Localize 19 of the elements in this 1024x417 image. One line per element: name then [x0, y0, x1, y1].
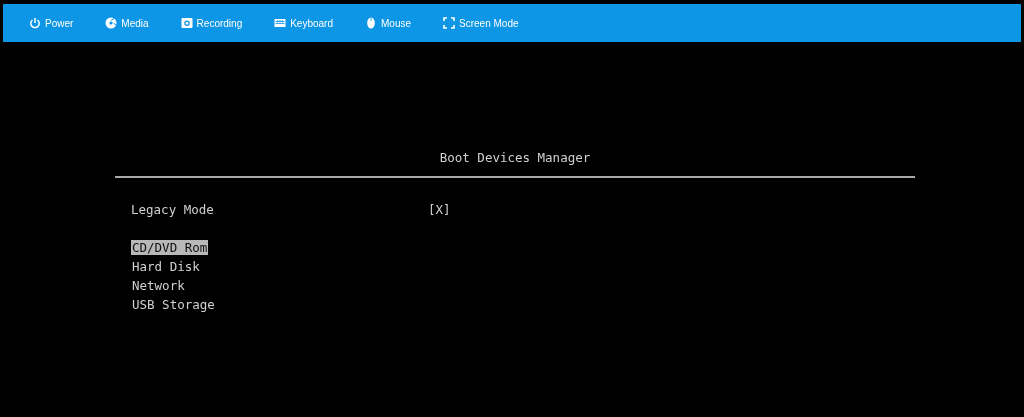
fullscreen-icon — [443, 17, 456, 29]
boot-device-item[interactable]: USB Storage — [131, 297, 216, 312]
boot-device-item[interactable]: Hard Disk — [131, 259, 201, 274]
toolbar-button[interactable]: Keyboard — [274, 17, 333, 29]
disc-icon — [105, 17, 118, 29]
screen-title: Boot Devices Manager — [438, 150, 592, 167]
toolbar-button[interactable]: Screen Mode — [443, 17, 519, 29]
toolbar-button[interactable]: Power — [29, 17, 74, 29]
camera-icon — [180, 17, 193, 29]
keyboard-icon — [274, 17, 287, 29]
toolbar-button[interactable]: Recording — [180, 17, 243, 29]
boot-device-item[interactable]: CD/DVD Rom — [131, 240, 209, 255]
toolbar-button[interactable]: Media — [105, 17, 149, 29]
mouse-icon — [365, 17, 377, 29]
setting-value[interactable]: [X] — [428, 202, 451, 220]
power-icon — [29, 17, 41, 29]
toolbar-button[interactable]: Mouse — [365, 17, 412, 29]
setting-label: Legacy Mode — [131, 202, 215, 219]
boot-device-item[interactable]: Network — [131, 278, 186, 293]
